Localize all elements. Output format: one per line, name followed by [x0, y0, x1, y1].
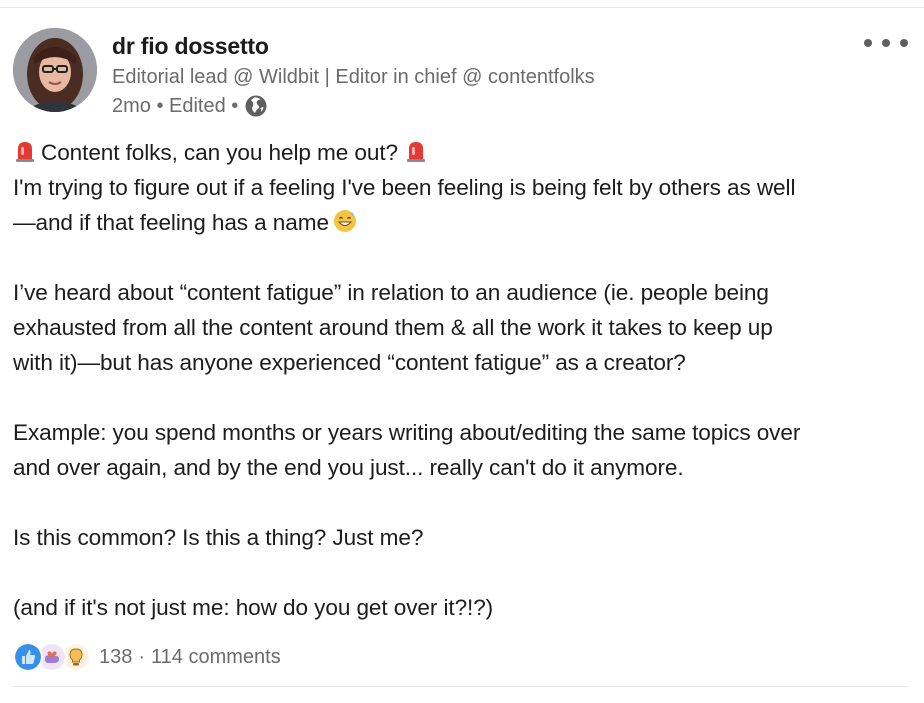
author-name[interactable]: dr fio dossetto [112, 33, 269, 60]
post-text-line-2: I'm trying to figure out if a feeling I'… [13, 175, 796, 200]
post-card: dr fio dossetto Editorial lead @ Wildbit… [0, 0, 924, 703]
globe-icon [245, 95, 267, 117]
avatar[interactable] [13, 28, 97, 112]
siren-icon [406, 142, 425, 162]
post-body: Content folks, can you help me out? I'm … [13, 135, 913, 625]
post-line: —and if that feeling has a name [13, 205, 913, 240]
reaction-count[interactable]: 138 [99, 646, 132, 669]
post-text-line-3: —and if that feeling has a name [13, 210, 329, 235]
dot [900, 39, 908, 47]
separator: · [138, 645, 146, 668]
social-counts: 138 · 114 comments [13, 642, 281, 672]
post-text-line-6: with it)—but has anyone experienced “con… [13, 350, 686, 375]
comments-count-link[interactable]: 114 comments [151, 646, 281, 669]
dot [882, 39, 890, 47]
like-icon[interactable] [13, 642, 43, 672]
post-text-line-10: (and if it's not just me: how do you get… [13, 595, 494, 620]
more-options-button[interactable] [864, 32, 908, 54]
post-text-line-4: I’ve heard about “content fatigue” in re… [13, 280, 769, 305]
post-text-line-9: Is this common? Is this a thing? Just me… [13, 525, 424, 550]
post-timestamp: 2mo • Edited • [112, 94, 239, 117]
siren-icon [16, 142, 34, 162]
grinning-sweat-emoji-icon [333, 210, 356, 232]
post-text-line-8: and over again, and by the end you just.… [13, 455, 684, 480]
post-text-line-5: exhausted from all the content around th… [13, 315, 773, 340]
divider [0, 7, 924, 8]
post-meta: 2mo • Edited • [112, 94, 268, 118]
post-line: Content folks, can you help me out? [13, 135, 913, 170]
author-headline: Editorial lead @ Wildbit | Editor in chi… [112, 66, 595, 88]
post-text-line-7: Example: you spend months or years writi… [13, 420, 801, 445]
divider [13, 686, 908, 687]
post-text-line-1: Content folks, can you help me out? [41, 140, 398, 165]
dot [864, 39, 872, 47]
